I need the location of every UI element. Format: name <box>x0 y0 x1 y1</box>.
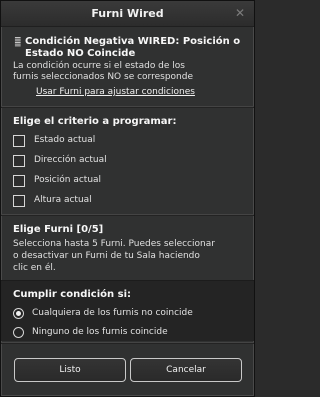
criteria-label: Altura actual <box>34 195 92 205</box>
fulfill-section: Cumplir condición si: Cualquiera de los … <box>1 280 254 341</box>
furni-heading: Elige Furni [0/5] <box>13 224 104 235</box>
direction-checkbox[interactable] <box>13 155 25 167</box>
fulfill-label: Cualquiera de los furnis no coincide <box>32 308 193 318</box>
position-checkbox[interactable] <box>13 175 25 187</box>
fulfill-label: Ninguno de los furnis coincide <box>32 327 168 337</box>
height-checkbox[interactable] <box>13 195 25 207</box>
criteria-label: Posición actual <box>34 175 102 185</box>
condition-description-line1: La condición ocurre si el estado de los <box>13 61 185 71</box>
close-icon[interactable]: ✕ <box>234 7 246 19</box>
criteria-label: Estado actual <box>34 135 96 145</box>
any-radio[interactable] <box>13 308 24 319</box>
furni-wired-window: Furni Wired ✕ ≡ ≡ Condición Negativa WIRE… <box>0 0 255 397</box>
condition-section: ≡ ≡ Condición Negativa WIRED: Posición o … <box>1 27 254 105</box>
use-furni-link[interactable]: Usar Furni para ajustar condiciones <box>36 87 195 97</box>
furni-description-line3: clic en él. <box>13 263 56 273</box>
condition-description-line2: furnis seleccionados NO se corresponde <box>13 72 193 82</box>
criteria-heading: Elige el criterio a programar: <box>13 116 177 127</box>
furni-section: Elige Furni [0/5] Selecciona hasta 5 Fur… <box>1 215 254 279</box>
cancel-button[interactable]: Cancelar <box>130 358 242 382</box>
criteria-section: Elige el criterio a programar: Estado ac… <box>1 107 254 216</box>
window-title: Furni Wired <box>91 7 164 20</box>
none-radio[interactable] <box>13 327 24 338</box>
button-bar: Listo Cancelar <box>1 343 254 396</box>
furni-description-line1: Selecciona hasta 5 Furni. Puedes selecci… <box>13 239 215 249</box>
condition-icon: ≡ ≡ <box>14 35 22 50</box>
criteria-label: Dirección actual <box>34 155 107 165</box>
title-bar[interactable]: Furni Wired ✕ <box>1 1 254 27</box>
fulfill-heading: Cumplir condición si: <box>13 289 132 300</box>
condition-heading: Condición Negativa WIRED: Posición o Est… <box>25 36 241 59</box>
furni-description-line2: o desactivar un Furni de tu Sala haciend… <box>13 251 200 261</box>
state-checkbox[interactable] <box>13 135 25 147</box>
ok-button[interactable]: Listo <box>14 358 126 382</box>
